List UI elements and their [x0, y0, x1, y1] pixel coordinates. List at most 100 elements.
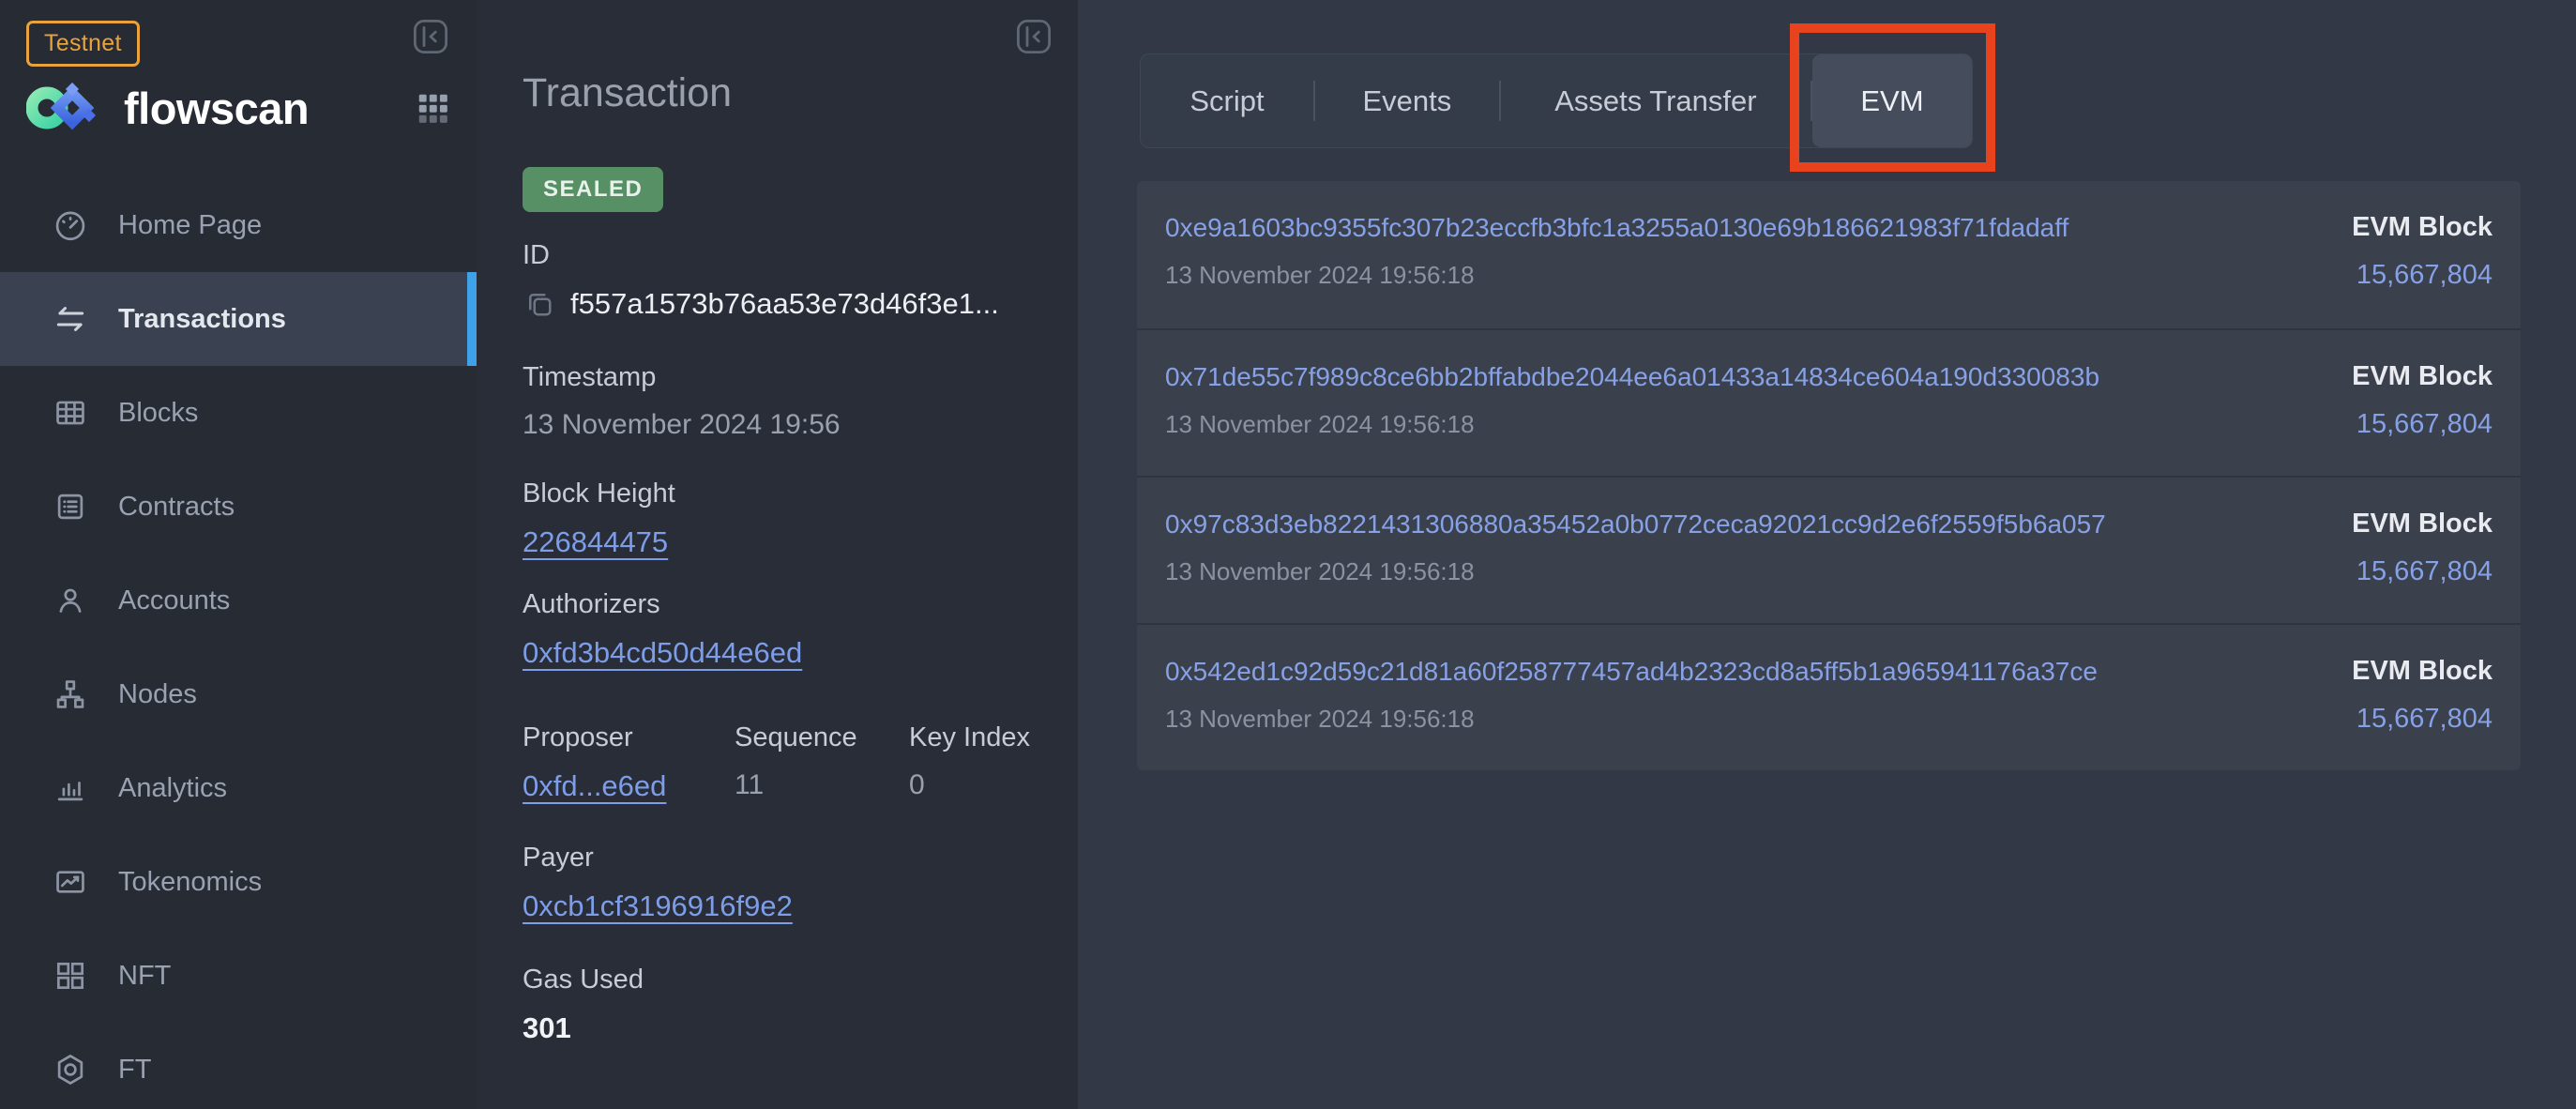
- panel-collapse-icon: [411, 17, 450, 56]
- tab-events[interactable]: Events: [1315, 54, 1499, 147]
- sidebar-item-label: Home Page: [118, 210, 262, 241]
- network-badge: Testnet: [26, 21, 140, 67]
- grid-2x2-icon: [53, 958, 88, 994]
- brand-row: flowscan: [26, 75, 450, 141]
- payer-label: Payer: [523, 843, 1040, 874]
- authorizers-label: Authorizers: [523, 589, 1040, 620]
- evm-block-label: EVM Block: [2352, 212, 2493, 243]
- transaction-detail-panel: Transaction SEALED ID f557a1573b76aa53e7…: [477, 0, 1078, 1109]
- sidebar-item-nft[interactable]: NFT: [0, 929, 477, 1023]
- table-grid-icon: [53, 395, 88, 431]
- flowscan-logo: [26, 77, 99, 139]
- bar-chart-icon: [53, 770, 88, 806]
- panel-title: Transaction: [523, 70, 732, 116]
- tab-script[interactable]: Script: [1141, 54, 1313, 147]
- key-index-value: 0: [909, 769, 1030, 801]
- evm-tx-timestamp: 13 November 2024 19:56:18: [1165, 557, 1475, 586]
- sidebar-item-transactions[interactable]: Transactions: [0, 272, 477, 366]
- tab-assets-transfer[interactable]: Assets Transfer: [1501, 54, 1811, 147]
- authorizer-address-link[interactable]: 0xfd3b4cd50d44e6ed: [523, 636, 802, 670]
- main-content: Script Events Assets Transfer EVM 0xe9a1…: [1078, 0, 2576, 1109]
- evm-transaction-row[interactable]: 0x542ed1c92d59c21d81a60f258777457ad4b232…: [1137, 623, 2521, 770]
- sidebar-nav: Home Page Transactions: [0, 178, 477, 1109]
- evm-tx-hash-link[interactable]: 0xe9a1603bc9355fc307b23eccfb3bfc1a3255a0…: [1165, 213, 2068, 243]
- line-chart-icon: [53, 864, 88, 900]
- sidebar-collapse-button[interactable]: [411, 17, 450, 56]
- sidebar-item-label: Blocks: [118, 398, 198, 429]
- sidebar-item-label: Contracts: [118, 492, 235, 523]
- evm-transactions-list: 0xe9a1603bc9355fc307b23eccfb3bfc1a3255a0…: [1137, 181, 2521, 770]
- field-payer: Payer 0xcb1cf3196916f9e2: [523, 843, 1040, 923]
- evm-transaction-row[interactable]: 0xe9a1603bc9355fc307b23eccfb3bfc1a3255a0…: [1137, 181, 2521, 328]
- evm-block-number-link[interactable]: 15,667,804: [2356, 556, 2493, 587]
- sidebar-item-ft[interactable]: FT: [0, 1023, 477, 1109]
- person-icon: [53, 583, 88, 618]
- panel-collapse-icon: [1014, 17, 1053, 56]
- sidebar-item-label: Transactions: [118, 304, 286, 335]
- sidebar-item-nodes[interactable]: Nodes: [0, 647, 477, 741]
- evm-block-label: EVM Block: [2352, 509, 2493, 539]
- key-index-label: Key Index: [909, 722, 1030, 753]
- field-timestamp: Timestamp 13 November 2024 19:56: [523, 362, 1040, 441]
- evm-transaction-row[interactable]: 0x97c83d3eb8221431306880a35452a0b0772cec…: [1137, 476, 2521, 623]
- evm-block-number-link[interactable]: 15,667,804: [2356, 260, 2493, 291]
- proposer-address-link[interactable]: 0xfd...e6ed: [523, 769, 666, 803]
- evm-block-number-link[interactable]: 15,667,804: [2356, 409, 2493, 440]
- brand-name: flowscan: [124, 83, 309, 134]
- payer-address-link[interactable]: 0xcb1cf3196916f9e2: [523, 889, 793, 923]
- status-badge: SEALED: [523, 167, 663, 212]
- evm-transaction-row[interactable]: 0x71de55c7f989c8ce6bb2bffabdbe2044ee6a01…: [1137, 328, 2521, 476]
- evm-tx-hash-link[interactable]: 0x97c83d3eb8221431306880a35452a0b0772cec…: [1165, 509, 2106, 539]
- gauge-icon: [53, 207, 88, 243]
- evm-tx-hash-link[interactable]: 0x71de55c7f989c8ce6bb2bffabdbe2044ee6a01…: [1165, 362, 2099, 392]
- copy-icon: [523, 287, 556, 321]
- sequence-column: Sequence 11: [735, 722, 857, 801]
- sidebar-item-label: FT: [118, 1055, 151, 1086]
- field-block-height: Block Height 226844475: [523, 479, 1040, 559]
- field-proposer: Proposer 0xfd...e6ed Sequence 11 Key Ind…: [523, 722, 1040, 803]
- evm-tx-timestamp: 13 November 2024 19:56:18: [1165, 705, 1475, 734]
- token-icon: [53, 1052, 88, 1087]
- block-height-link[interactable]: 226844475: [523, 525, 668, 559]
- block-height-label: Block Height: [523, 479, 1040, 509]
- sidebar-item-label: Analytics: [118, 773, 227, 804]
- hierarchy-icon: [53, 676, 88, 712]
- sidebar-item-contracts[interactable]: Contracts: [0, 460, 477, 554]
- evm-tx-timestamp: 13 November 2024 19:56:18: [1165, 410, 1475, 439]
- sequence-value: 11: [735, 769, 857, 801]
- timestamp-label: Timestamp: [523, 362, 1040, 393]
- copy-button[interactable]: [523, 287, 556, 321]
- sidebar-item-analytics[interactable]: Analytics: [0, 741, 477, 835]
- sequence-label: Sequence: [735, 722, 857, 753]
- evm-block-label: EVM Block: [2352, 656, 2493, 687]
- sidebar-item-label: Nodes: [118, 679, 197, 710]
- gas-used-value: 301: [523, 1011, 1040, 1045]
- evm-tx-hash-link[interactable]: 0x542ed1c92d59c21d81a60f258777457ad4b232…: [1165, 657, 2098, 687]
- evm-block-number-link[interactable]: 15,667,804: [2356, 704, 2493, 735]
- swap-icon: [53, 301, 88, 337]
- active-item-accent-bar: [467, 272, 477, 366]
- apps-grid-button[interactable]: [415, 90, 450, 126]
- tab-evm[interactable]: EVM: [1812, 54, 1972, 147]
- transaction-id-value: f557a1573b76aa53e73d46f3e1...: [570, 287, 999, 321]
- sidebar-item-blocks[interactable]: Blocks: [0, 366, 477, 460]
- field-id: ID f557a1573b76aa53e73d46f3e1...: [523, 240, 1040, 321]
- evm-tx-timestamp: 13 November 2024 19:56:18: [1165, 261, 1475, 290]
- sidebar-item-label: NFT: [118, 961, 171, 992]
- sidebar: Testnet: [0, 0, 477, 1109]
- panel-collapse-button[interactable]: [1014, 17, 1053, 56]
- sidebar-item-label: Accounts: [118, 585, 230, 616]
- sidebar-item-home-page[interactable]: Home Page: [0, 178, 477, 272]
- gas-used-label: Gas Used: [523, 965, 1040, 995]
- id-label: ID: [523, 240, 1040, 271]
- tab-bar: Script Events Assets Transfer EVM: [1140, 53, 1973, 148]
- sidebar-item-accounts[interactable]: Accounts: [0, 554, 477, 647]
- key-index-column: Key Index 0: [909, 722, 1030, 801]
- evm-block-label: EVM Block: [2352, 361, 2493, 392]
- field-authorizers: Authorizers 0xfd3b4cd50d44e6ed: [523, 589, 1040, 670]
- timestamp-value: 13 November 2024 19:56: [523, 409, 1040, 441]
- list-doc-icon: [53, 489, 88, 524]
- sidebar-item-tokenomics[interactable]: Tokenomics: [0, 835, 477, 929]
- field-gas-used: Gas Used 301: [523, 965, 1040, 1045]
- sidebar-item-label: Tokenomics: [118, 867, 262, 898]
